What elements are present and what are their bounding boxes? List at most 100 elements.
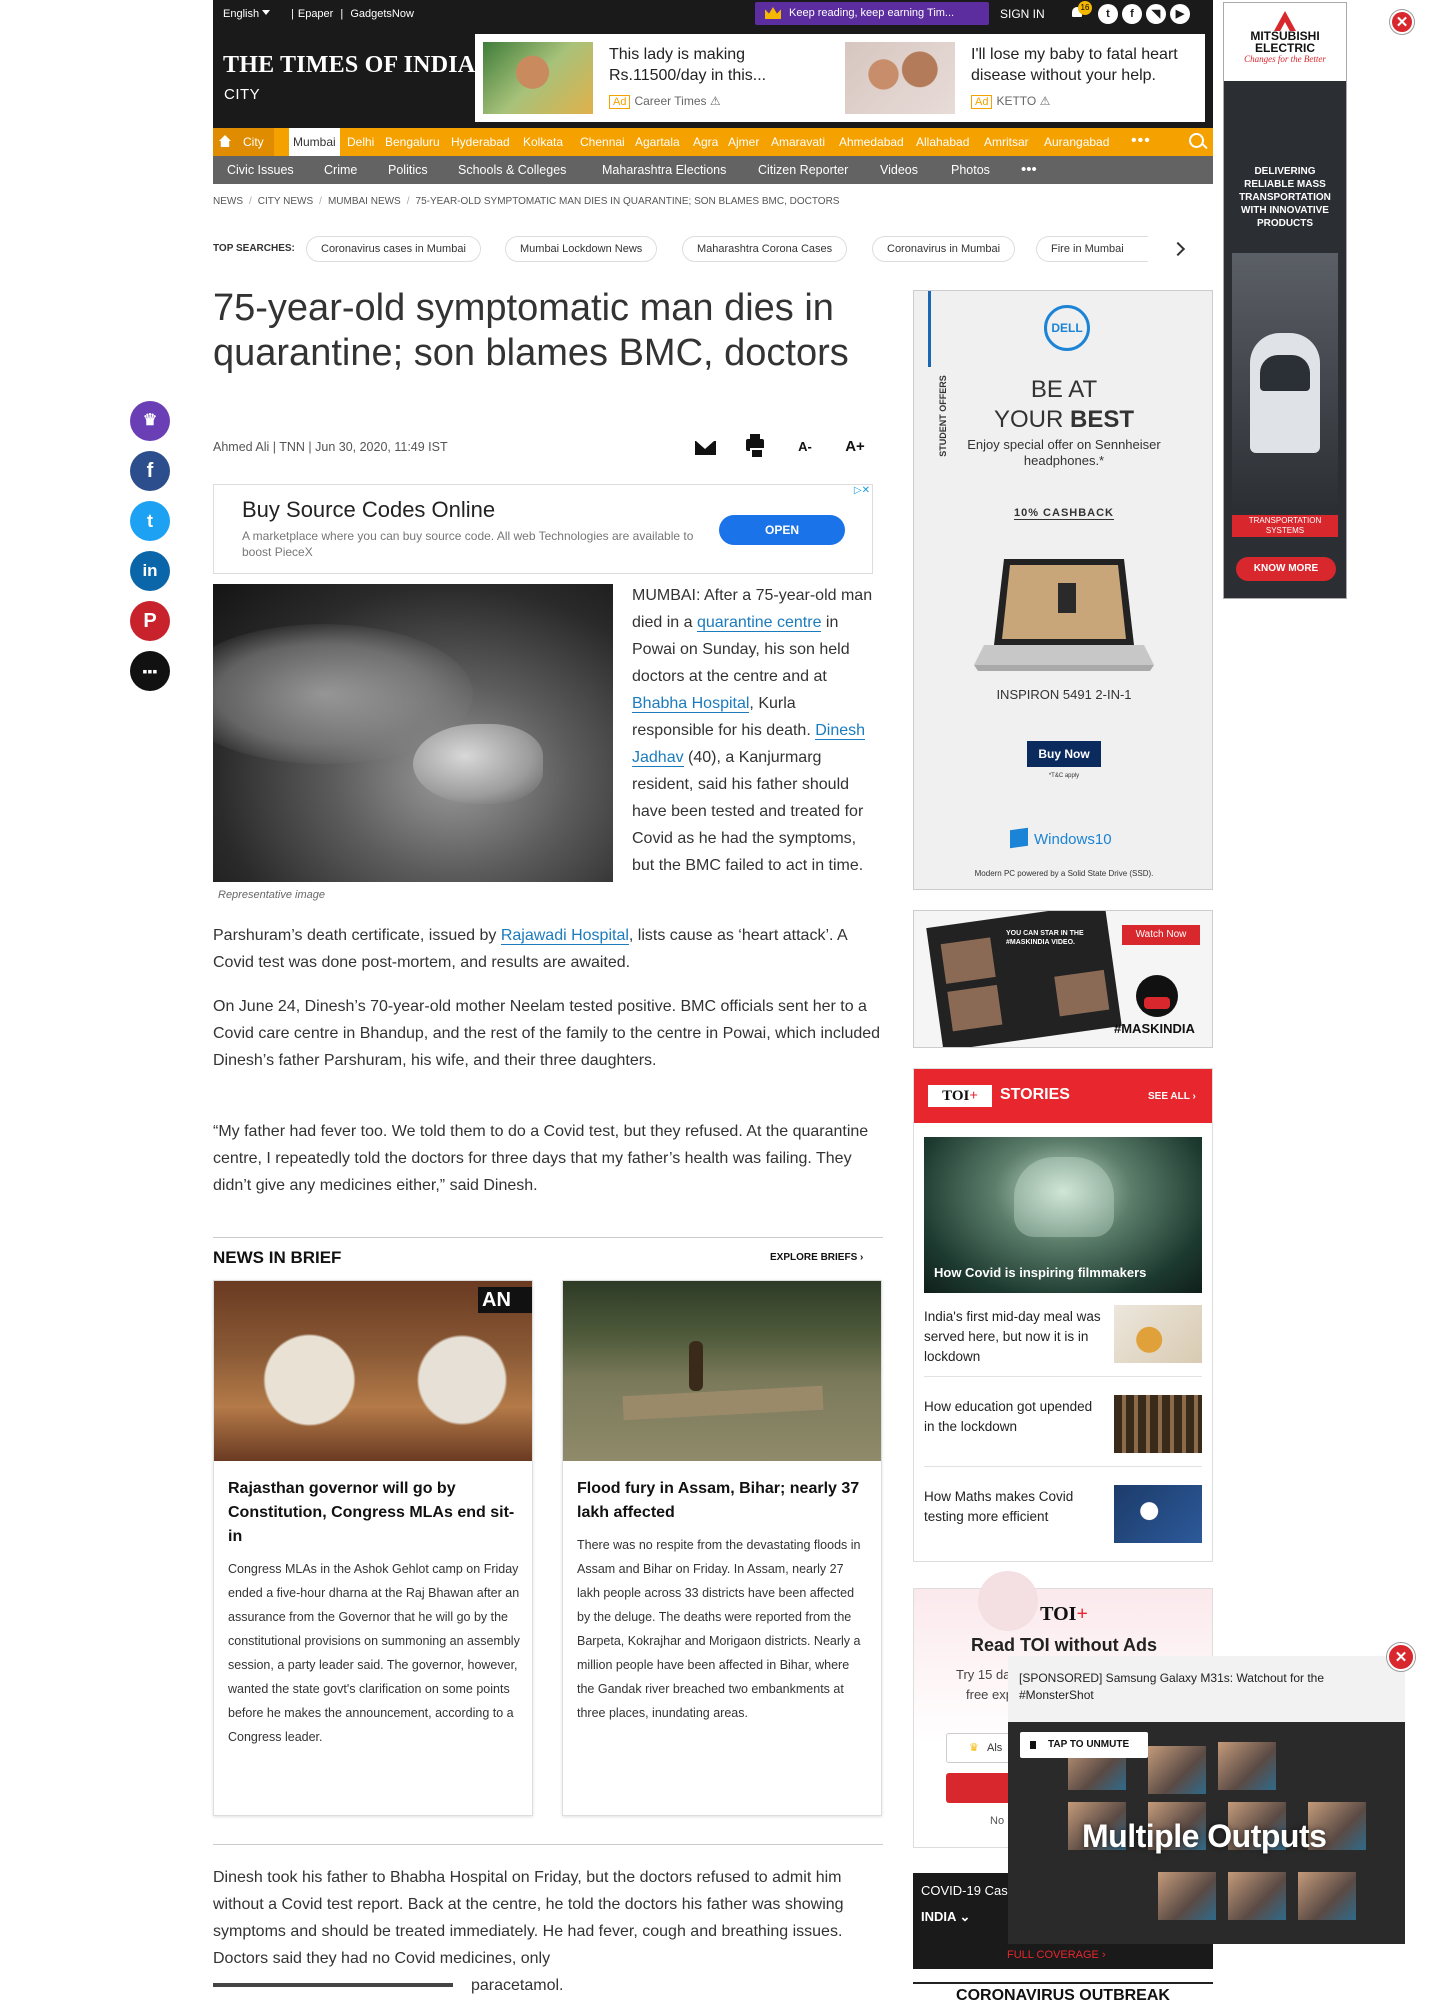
ad-source: Ad KETTO ⚠ (971, 94, 1050, 109)
buy-now-button[interactable]: Buy Now (1027, 741, 1101, 767)
epaper-link[interactable]: Epaper (298, 8, 333, 20)
city-agra[interactable]: Agra (689, 128, 722, 156)
link-quarantine-centre[interactable]: quarantine centre (696, 614, 822, 632)
story-item[interactable]: How education got upended in the lockdow… (924, 1391, 1202, 1467)
city-chennai[interactable]: Chennai (576, 128, 629, 156)
nav-citizen-reporter[interactable]: Citizen Reporter (758, 156, 848, 184)
search-chip[interactable]: Fire in Mumbai (1036, 236, 1148, 262)
language-selector[interactable]: English (223, 8, 271, 20)
city-aurangabad[interactable]: Aurangabad (1040, 128, 1113, 156)
linkedin-icon[interactable]: in (130, 551, 170, 591)
top-searches: TOP SEARCHES: Coronavirus cases in Mumba… (213, 236, 1213, 262)
search-chip[interactable]: Coronavirus cases in Mumbai (306, 236, 481, 262)
story-item[interactable]: India's first mid-day meal was served he… (924, 1301, 1202, 1377)
top-ad-1[interactable]: This lady is making Rs.11500/day in this… (475, 40, 835, 116)
gadgetsnow-link[interactable]: GadgetsNow (350, 8, 414, 20)
email-icon[interactable] (690, 432, 720, 462)
toi-stories-widget: TOI+ STORIES SEE ALL › How Covid is insp… (913, 1068, 1213, 1562)
nav-civic-issues[interactable]: Civic Issues (227, 156, 294, 184)
nav-videos[interactable]: Videos (880, 156, 918, 184)
twitter-icon[interactable]: t (130, 501, 170, 541)
home-icon[interactable] (213, 128, 237, 156)
city-nav-label[interactable]: City (237, 128, 274, 156)
font-increase-button[interactable]: A+ (840, 432, 870, 462)
chevron-right-icon[interactable] (1170, 241, 1186, 257)
youtube-icon[interactable]: ▶ (1170, 4, 1190, 24)
brief-title[interactable]: Flood fury in Assam, Bihar; nearly 37 la… (577, 1477, 869, 1525)
top-ad-2[interactable]: I'll lose my baby to fatal heart disease… (837, 40, 1197, 116)
nav-maharashtra-elections[interactable]: Maharashtra Elections (602, 156, 726, 184)
city-ahmedabad[interactable]: Ahmedabad (835, 128, 908, 156)
city-agartala[interactable]: Agartala (631, 128, 684, 156)
sponsored-video-player[interactable]: [SPONSORED] Samsung Galaxy M31s: Watchou… (1008, 1656, 1405, 1944)
top-ad-strip: This lady is making Rs.11500/day in this… (475, 34, 1205, 122)
ad-choices-icon[interactable]: ▷✕ (854, 485, 870, 496)
nav-crime[interactable]: Crime (324, 156, 357, 184)
breadcrumb-news[interactable]: NEWS (213, 196, 243, 207)
print-icon[interactable] (740, 432, 770, 462)
featured-story[interactable]: How Covid is inspiring filmmakers (924, 1137, 1202, 1293)
terms-label: *T&C apply (1048, 773, 1080, 779)
city-delhi[interactable]: Delhi (343, 128, 378, 156)
comment-icon[interactable]: ▪▪▪ (130, 651, 170, 691)
article-lead-paragraph: MUMBAI: After a 75-year-old man died in … (632, 587, 873, 874)
nav-politics[interactable]: Politics (388, 156, 428, 184)
brief-title[interactable]: Rajasthan governor will go by Constituti… (228, 1477, 520, 1549)
brief-card[interactable]: Flood fury in Assam, Bihar; nearly 37 la… (562, 1280, 882, 1816)
rss-icon[interactable]: ◥ (1146, 4, 1166, 24)
search-icon[interactable] (1181, 128, 1213, 156)
nav-photos[interactable]: Photos (951, 156, 990, 184)
close-ad-button[interactable]: ✕ (1390, 10, 1414, 34)
dell-ad[interactable]: STUDENT OFFERS DELL BE AT YOUR BEST Enjoy… (913, 290, 1213, 890)
see-all-link[interactable]: SEE ALL › (1148, 1091, 1196, 1102)
section-more-button[interactable]: ••• (1021, 156, 1037, 184)
twitter-icon[interactable]: t (1098, 4, 1118, 24)
explore-briefs-link[interactable]: EXPLORE BRIEFS › (770, 1252, 863, 1263)
facebook-icon[interactable]: f (1122, 4, 1142, 24)
country-selector[interactable]: INDIA ⌄ (921, 1909, 970, 1925)
mitsubishi-headline: DELIVERING RELIABLE MASS TRANSPORTATION … (1239, 166, 1331, 229)
maskindia-ad[interactable]: YOU CAN STAR IN THE #MASKINDIA VIDEO. Wa… (913, 910, 1213, 1048)
city-allahabad[interactable]: Allahabad (912, 128, 973, 156)
city-amaravati[interactable]: Amaravati (767, 128, 829, 156)
search-chip[interactable]: Maharashtra Corona Cases (682, 236, 848, 262)
ad-thumbnail (483, 42, 593, 114)
city-mumbai[interactable]: Mumbai (289, 128, 340, 156)
facebook-icon[interactable]: f (130, 451, 170, 491)
city-kolkata[interactable]: Kolkata (519, 128, 567, 156)
inline-ad[interactable]: Buy Source Codes Online A marketplace wh… (213, 484, 873, 574)
article-paragraph: paracetamol. (471, 1977, 564, 1994)
full-coverage-link[interactable]: FULL COVERAGE › (1007, 1949, 1106, 1961)
city-more-button[interactable]: ••• (1131, 128, 1151, 154)
crown-icon[interactable]: ♛ (130, 401, 170, 441)
font-decrease-button[interactable]: A- (790, 432, 820, 462)
know-more-button[interactable]: KNOW MORE (1236, 557, 1336, 581)
city-amritsar[interactable]: Amritsar (980, 128, 1033, 156)
sign-in-link[interactable]: SIGN IN (1000, 7, 1045, 21)
notification-bell-icon[interactable]: 16 (1070, 1, 1092, 21)
breadcrumb-city-news[interactable]: CITY NEWS (258, 196, 313, 207)
inline-ad-open-button[interactable]: OPEN (719, 515, 845, 545)
search-chip[interactable]: Mumbai Lockdown News (505, 236, 658, 262)
info-icon: ⚠ (1039, 94, 1051, 108)
city-bengaluru[interactable]: Bengaluru (381, 128, 444, 156)
nav-schools-colleges[interactable]: Schools & Colleges (458, 156, 566, 184)
search-chip[interactable]: Coronavirus in Mumbai (872, 236, 1016, 262)
watch-now-button[interactable]: Watch Now (1122, 925, 1200, 945)
close-video-button[interactable]: ✕ (1387, 1643, 1415, 1671)
pinterest-icon[interactable]: P (130, 601, 170, 641)
mitsubishi-ad[interactable]: MITSUBISHI ELECTRIC Changes for the Bett… (1223, 2, 1347, 599)
site-logo[interactable]: THE TIMES OF INDIA (223, 52, 475, 79)
tap-to-unmute-button[interactable]: TAP TO UNMUTE (1020, 1732, 1148, 1758)
city-ajmer[interactable]: Ajmer (724, 128, 763, 156)
video-frame[interactable]: TAP TO UNMUTE Multiple Outputs (1008, 1722, 1405, 1944)
brief-card[interactable]: AN Rajasthan governor will go by Constit… (213, 1280, 533, 1816)
breadcrumb-mumbai-news[interactable]: MUMBAI NEWS (328, 196, 401, 207)
news-in-brief-title: NEWS IN BRIEF (213, 1248, 342, 1267)
times-points-promo[interactable]: Keep reading, keep earning Tim... (755, 2, 989, 25)
link-bhabha-hospital[interactable]: Bhabha Hospital (632, 695, 750, 713)
cashback-label: 10% CASHBACK (1013, 507, 1115, 520)
city-hyderabad[interactable]: Hyderabad (447, 128, 514, 156)
link-rajawadi-hospital[interactable]: Rajawadi Hospital (500, 927, 629, 945)
story-item[interactable]: How Maths makes Covid testing more effic… (924, 1481, 1202, 1557)
